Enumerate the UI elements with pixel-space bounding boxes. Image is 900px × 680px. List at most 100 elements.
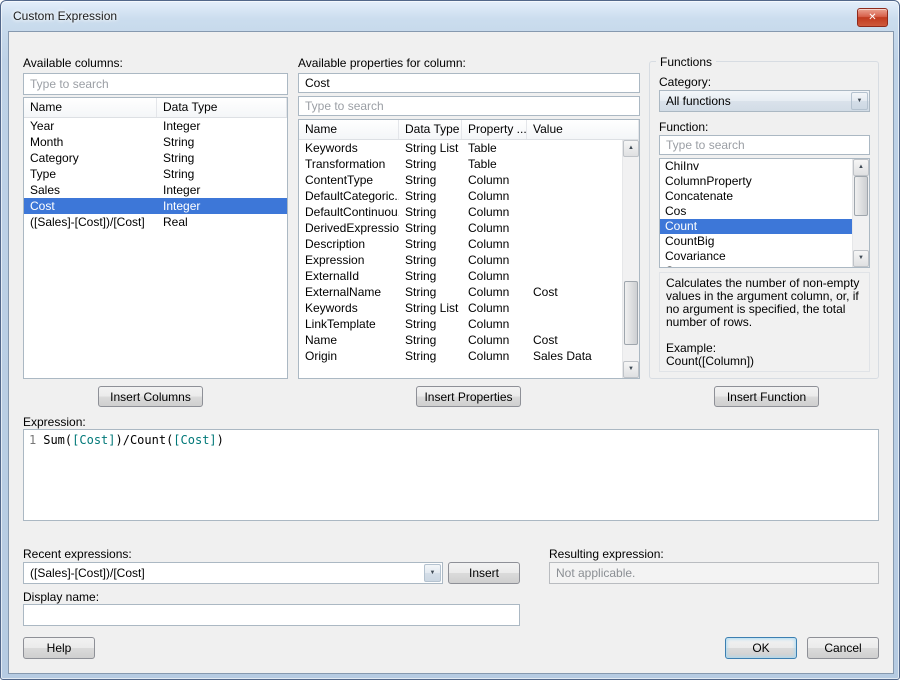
cell-property-of: Table	[462, 140, 527, 156]
insert-recent-button[interactable]: Insert	[448, 562, 520, 584]
table-row[interactable]: ExpressionStringColumn	[299, 252, 622, 268]
list-item[interactable]: Cos	[660, 204, 852, 219]
insert-columns-button[interactable]: Insert Columns	[98, 386, 203, 407]
function-description: Calculates the number of non-empty value…	[666, 277, 863, 329]
scroll-down-button[interactable]: ▼	[853, 250, 869, 267]
cell-name: DerivedExpression	[299, 220, 399, 236]
cell-name: Cost	[24, 198, 157, 214]
table-row[interactable]: YearInteger	[24, 118, 287, 134]
scroll-down-button[interactable]: ▼	[623, 361, 639, 378]
function-search-input[interactable]	[659, 135, 870, 155]
insert-function-button[interactable]: Insert Function	[714, 386, 819, 407]
list-item[interactable]: ChiInv	[660, 159, 852, 174]
cell-name: ExternalName	[299, 284, 399, 300]
scroll-up-button[interactable]: ▲	[853, 159, 869, 176]
scrollbar-thumb[interactable]	[854, 176, 868, 216]
arrow-down-icon: ▼	[624, 362, 638, 377]
expression-editor[interactable]: 1 Sum([Cost])/Count([Cost])	[23, 429, 879, 521]
property-header-value[interactable]: Value	[527, 120, 639, 139]
cell-name: Transformation	[299, 156, 399, 172]
column-header-name[interactable]: Name	[24, 98, 157, 117]
expression-token: )/Count(	[116, 433, 174, 447]
scrollbar-thumb[interactable]	[624, 281, 638, 345]
resulting-expression-box: Not applicable.	[549, 562, 879, 584]
table-row[interactable]: LinkTemplateStringColumn	[299, 316, 622, 332]
cell-datatype: String	[399, 268, 462, 284]
line-number: 1	[29, 433, 36, 447]
resulting-expression-value: Not applicable.	[556, 566, 635, 580]
function-label: Function:	[659, 120, 708, 134]
table-row[interactable]: ExternalIdStringColumn	[299, 268, 622, 284]
ok-button[interactable]: OK	[725, 637, 797, 659]
cell-datatype: String	[157, 134, 287, 150]
table-row[interactable]: CategoryString	[24, 150, 287, 166]
titlebar[interactable]: Custom Expression ✕	[1, 1, 899, 31]
properties-table: Name Data Type Property ... Value Keywor…	[298, 119, 640, 379]
display-name-input[interactable]	[23, 604, 520, 626]
list-item[interactable]: CountBig	[660, 234, 852, 249]
recent-dropdown-button[interactable]: ▼	[424, 564, 441, 582]
insert-properties-button[interactable]: Insert Properties	[416, 386, 521, 407]
table-row[interactable]: DefaultContinuou...StringColumn	[299, 204, 622, 220]
list-item[interactable]: Concatenate	[660, 189, 852, 204]
columns-search-input[interactable]	[23, 73, 288, 95]
chevron-down-icon: ▼	[852, 93, 867, 109]
table-row[interactable]: DefaultCategoric...StringColumn	[299, 188, 622, 204]
table-row[interactable]: NameStringColumnCost	[299, 332, 622, 348]
cell-datatype: String	[399, 284, 462, 300]
properties-table-header: Name Data Type Property ... Value	[299, 120, 639, 140]
table-row[interactable]: DerivedExpressionStringColumn	[299, 220, 622, 236]
table-row[interactable]: SalesInteger	[24, 182, 287, 198]
cancel-button[interactable]: Cancel	[807, 637, 879, 659]
property-header-name[interactable]: Name	[299, 120, 399, 139]
properties-search-input[interactable]	[298, 96, 640, 116]
table-row[interactable]: MonthString	[24, 134, 287, 150]
scroll-up-button[interactable]: ▲	[623, 140, 639, 157]
cell-value	[527, 140, 622, 156]
cell-name: Category	[24, 150, 157, 166]
table-row[interactable]: KeywordsString ListTable	[299, 140, 622, 156]
help-button[interactable]: Help	[23, 637, 95, 659]
recent-expressions-combo[interactable]: ([Sales]-[Cost])/[Cost] ▼	[23, 562, 443, 584]
expression-token: [Cost]	[173, 433, 216, 447]
cell-datatype: Real	[157, 214, 287, 230]
cell-name: Sales	[24, 182, 157, 198]
expression-token: [Cost]	[72, 433, 115, 447]
cell-datatype: String	[157, 150, 287, 166]
cell-datatype: String	[399, 172, 462, 188]
table-row[interactable]: DescriptionStringColumn	[299, 236, 622, 252]
table-row[interactable]: ExternalNameStringColumnCost	[299, 284, 622, 300]
list-item[interactable]: Count	[660, 219, 852, 234]
cell-property-of: Column	[462, 316, 527, 332]
arrow-up-icon: ▲	[854, 160, 868, 175]
close-button[interactable]: ✕	[857, 8, 888, 27]
list-item[interactable]: Currency	[660, 264, 852, 268]
list-item[interactable]: Covariance	[660, 249, 852, 264]
cell-value	[527, 188, 622, 204]
table-row[interactable]: OriginStringColumnSales Data	[299, 348, 622, 364]
cell-value	[527, 268, 622, 284]
table-row[interactable]: CostInteger	[24, 198, 287, 214]
table-row[interactable]: ContentTypeStringColumn	[299, 172, 622, 188]
table-row[interactable]: KeywordsString ListColumn	[299, 300, 622, 316]
cell-property-of: Column	[462, 284, 527, 300]
list-item[interactable]: ColumnProperty	[660, 174, 852, 189]
cell-name: DefaultCategoric...	[299, 188, 399, 204]
property-header-datatype[interactable]: Data Type	[399, 120, 462, 139]
category-dropdown[interactable]: All functions ▼	[659, 90, 870, 112]
cell-value	[527, 220, 622, 236]
table-row[interactable]: TypeString	[24, 166, 287, 182]
table-row[interactable]: ([Sales]-[Cost])/[Cost]Real	[24, 214, 287, 230]
function-list-scrollbar[interactable]: ▲ ▼	[852, 159, 869, 267]
cell-value	[527, 252, 622, 268]
display-name-label: Display name:	[23, 590, 99, 604]
recent-expressions-label: Recent expressions:	[23, 547, 132, 561]
column-header-datatype[interactable]: Data Type	[157, 98, 287, 117]
category-dropdown-button[interactable]: ▼	[851, 92, 868, 110]
property-header-propertyof[interactable]: Property ...	[462, 120, 527, 139]
properties-scrollbar[interactable]: ▲ ▼	[622, 140, 639, 378]
expression-tokens: Sum([Cost])/Count([Cost])	[43, 433, 224, 447]
property-column-field[interactable]	[298, 73, 640, 93]
table-row[interactable]: TransformationStringTable	[299, 156, 622, 172]
cell-datatype: String	[399, 188, 462, 204]
